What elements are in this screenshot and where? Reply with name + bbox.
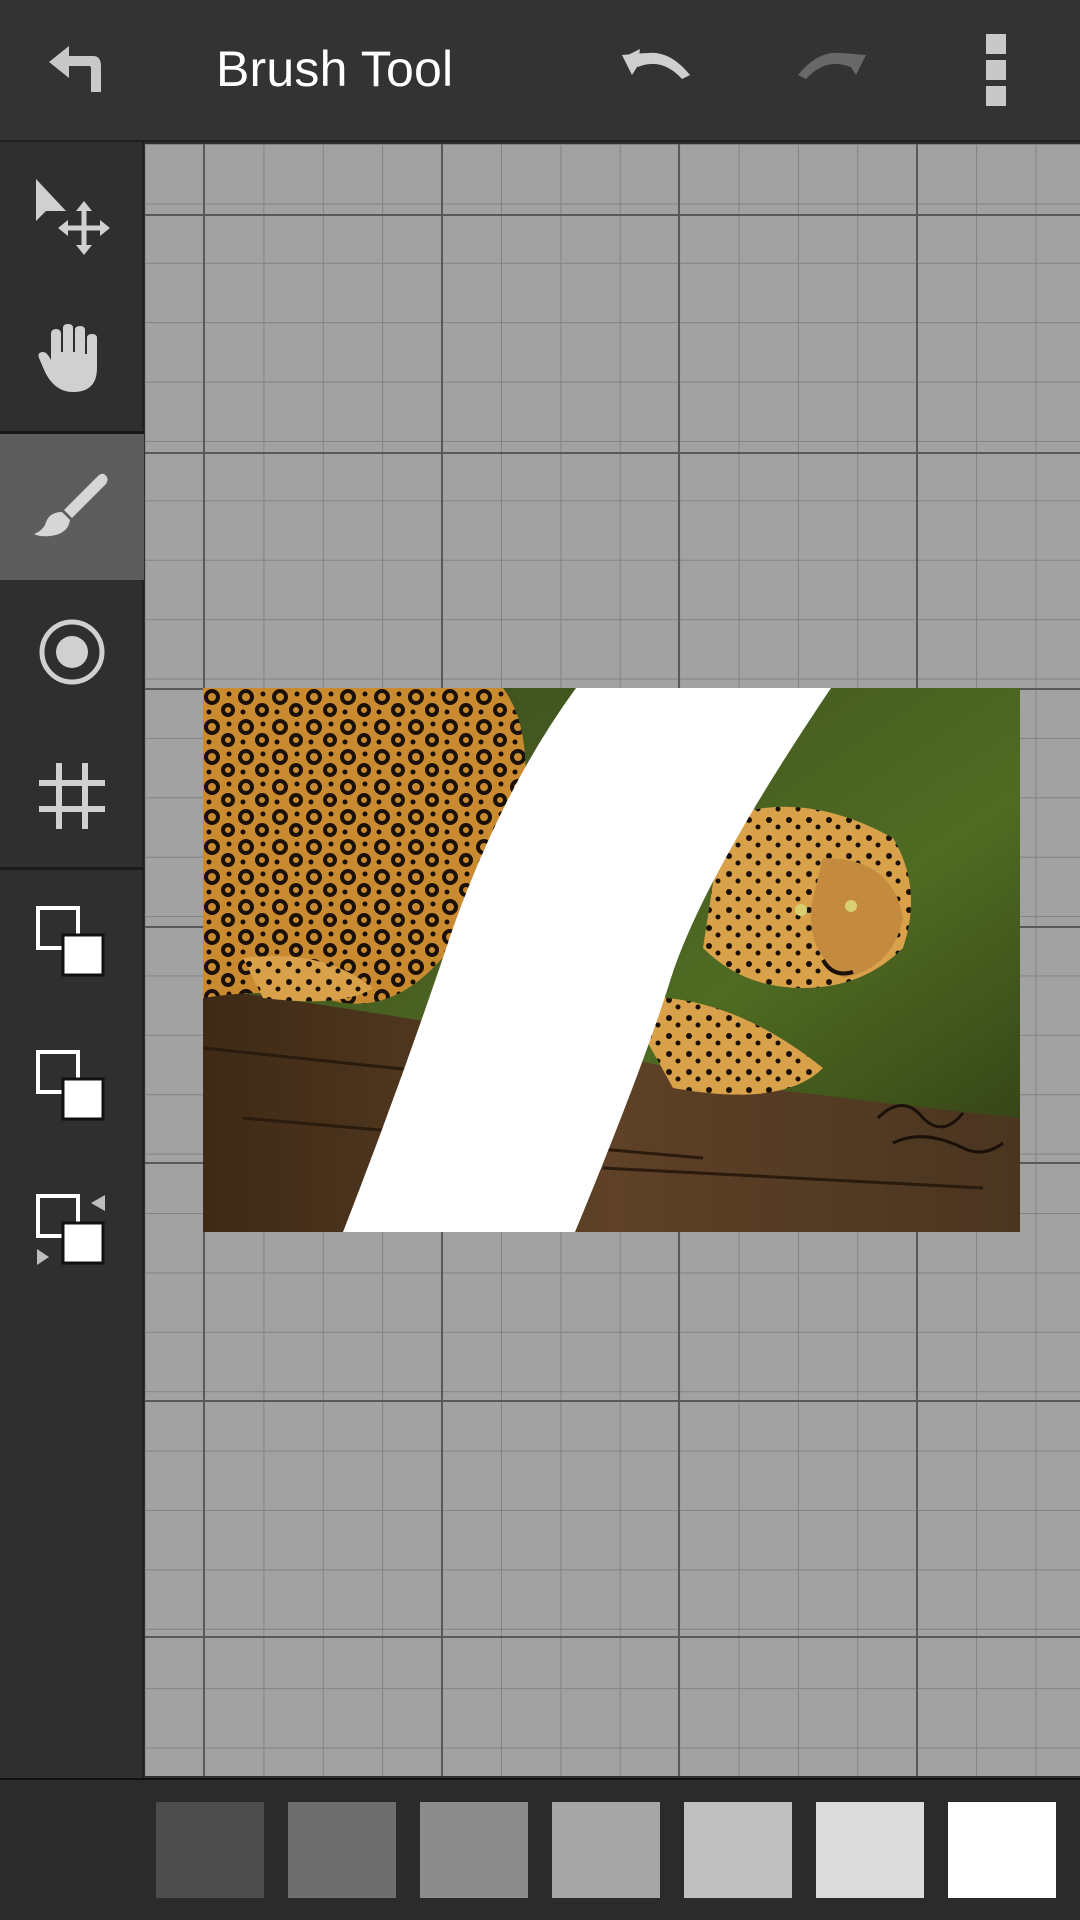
hand-icon [38, 324, 97, 392]
color-swatch[interactable] [156, 1802, 264, 1898]
jaguar-photo [203, 688, 1020, 1232]
color-swatch[interactable] [816, 1802, 924, 1898]
redo-button[interactable] [780, 20, 880, 120]
page-title: Brush Tool [216, 41, 454, 97]
grid-major-line [145, 1400, 1080, 1402]
target-circle-icon [39, 619, 105, 685]
tool-radial[interactable] [0, 580, 144, 724]
grid-major-line [145, 452, 1080, 454]
brush-icon [34, 473, 108, 537]
back-button[interactable] [26, 20, 126, 120]
color-swatch[interactable] [684, 1802, 792, 1898]
color-swatch[interactable] [552, 1802, 660, 1898]
canvas-image[interactable] [203, 688, 1020, 1232]
tool-hand-pan[interactable] [0, 288, 144, 432]
color-swatch[interactable] [948, 1802, 1056, 1898]
color-palette [0, 1778, 1080, 1920]
swap-colors-icon [36, 1194, 105, 1265]
undo-icon [622, 49, 690, 79]
grid-major-line [145, 214, 1080, 216]
tool-select-move[interactable] [0, 145, 144, 289]
color-squares-icon [36, 1050, 105, 1121]
grid-hash-icon [39, 763, 105, 829]
back-arrow-icon [49, 46, 101, 92]
overflow-menu-button[interactable] [946, 20, 1046, 120]
undo-button[interactable] [608, 20, 708, 120]
select-move-icon [36, 179, 110, 255]
tool-grid[interactable] [0, 724, 144, 868]
tool-swap-colors[interactable] [0, 1158, 144, 1302]
tool-sidebar [0, 142, 144, 1778]
color-swatch[interactable] [288, 1802, 396, 1898]
grid-major-line [145, 1636, 1080, 1638]
tool-color-layer-2[interactable] [0, 1014, 144, 1158]
app-bar: Brush Tool [0, 0, 1080, 142]
tool-brush[interactable] [0, 434, 144, 580]
redo-icon [798, 52, 866, 79]
tool-color-layer-1[interactable] [0, 870, 144, 1014]
color-squares-icon [36, 906, 105, 977]
overflow-menu-icon [986, 34, 1006, 106]
color-swatch[interactable] [420, 1802, 528, 1898]
